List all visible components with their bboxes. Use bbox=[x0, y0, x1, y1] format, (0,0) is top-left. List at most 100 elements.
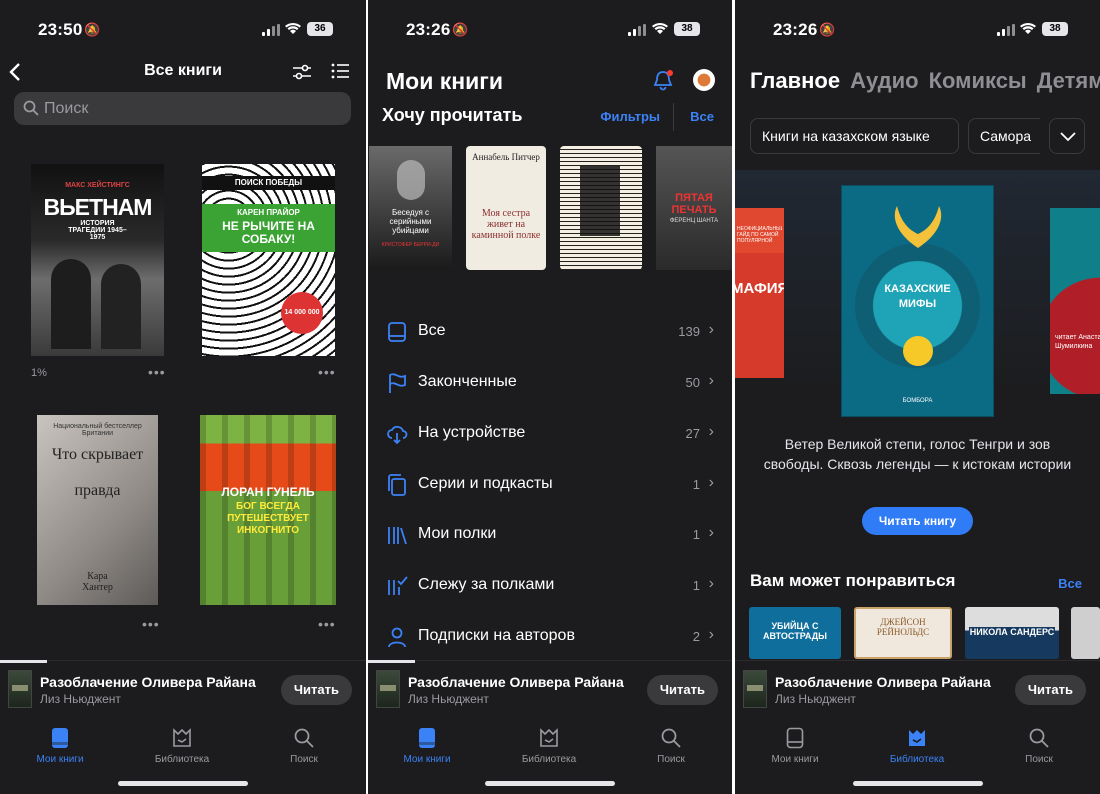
wifi-icon bbox=[285, 22, 301, 34]
bell-off-icon: 🔕 bbox=[819, 22, 836, 37]
cover-face bbox=[397, 160, 425, 200]
shelf-book[interactable]: Беседуя с серийными убийцами КРИСТОФЕР Б… bbox=[369, 146, 452, 270]
library-icon bbox=[909, 730, 925, 746]
mini-player[interactable]: Разоблачение Оливера Райана Лиз Ньюджент… bbox=[735, 660, 1100, 716]
library-icon bbox=[540, 728, 558, 747]
book-title: Моя сестра живет на каминной полке bbox=[471, 208, 541, 241]
chip-self-development[interactable]: Самора bbox=[968, 118, 1040, 154]
more-icon[interactable]: ••• bbox=[318, 364, 336, 380]
tab-bar: Мои книги Библиотека Поиск bbox=[735, 716, 1100, 794]
more-icon[interactable]: ••• bbox=[142, 616, 160, 632]
tab-main[interactable]: Главное bbox=[750, 68, 840, 93]
carousel-book-left[interactable]: НЕОФИЦИАЛЬНЫЙ ГАЙД ПО САМОЙ ПОПУЛЯРНОЙ С… bbox=[735, 208, 784, 378]
read-button[interactable]: Читать bbox=[646, 675, 718, 705]
tab-audio[interactable]: Аудио bbox=[850, 68, 919, 93]
shelf-book[interactable] bbox=[560, 146, 642, 270]
mini-player-cover bbox=[8, 670, 32, 708]
chip-kazakh-books[interactable]: Книги на казахском языке bbox=[750, 118, 959, 154]
home-indicator bbox=[118, 781, 248, 786]
home-indicator bbox=[852, 781, 983, 786]
list-item-following-shelves[interactable]: Слежу за полками 1 › bbox=[368, 562, 732, 612]
book-author: Кара Хантер bbox=[82, 571, 113, 593]
page-title: Мои книги bbox=[386, 68, 503, 94]
cover-art bbox=[580, 166, 620, 236]
read-book-button[interactable]: Читать книгу bbox=[862, 507, 973, 535]
chips-expand-button[interactable] bbox=[1049, 118, 1085, 154]
tab-search[interactable]: Поиск bbox=[616, 726, 726, 765]
battery-icon: 36 bbox=[307, 22, 333, 36]
list-item-author-subscriptions[interactable]: Подписки на авторов 2 › bbox=[368, 613, 732, 663]
header: Все книги bbox=[0, 60, 366, 84]
book-icon bbox=[786, 727, 804, 749]
list-item-on-device[interactable]: На устройстве 27 › bbox=[368, 410, 732, 460]
shelf-book[interactable]: ПЯТАЯ ПЕЧАТЬ ФЕРЕНЦ ШАНТА bbox=[656, 146, 732, 270]
status-time: 23:26 bbox=[406, 20, 451, 39]
list-item-count: 2 bbox=[692, 629, 700, 644]
see-all-link[interactable]: Все bbox=[1058, 576, 1082, 591]
list-item-label: Серии и подкасты bbox=[418, 475, 553, 492]
tab-kids[interactable]: Детям bbox=[1037, 68, 1100, 93]
list-item-label: Слежу за полками bbox=[418, 576, 555, 593]
rec-book[interactable] bbox=[1071, 607, 1100, 659]
list-item-series[interactable]: Серии и подкасты 1 › bbox=[368, 461, 732, 511]
mini-player[interactable]: Разоблачение Оливера Райана Лиз Ньюджент… bbox=[368, 660, 732, 716]
book-title: НИКОЛА САНДЕРС bbox=[969, 627, 1055, 637]
tab-library[interactable]: Библиотека bbox=[127, 726, 237, 765]
book-cover[interactable]: ЛОРАН ГУНЕЛЬ БОГ ВСЕГДА ПУТЕШЕСТВУЕТ ИНК… bbox=[200, 415, 336, 605]
home-indicator bbox=[485, 781, 615, 786]
category-tabs: Главное Аудио Комиксы Детям bbox=[750, 68, 1100, 94]
mini-player-cover bbox=[376, 670, 400, 708]
status-time: 23:50 bbox=[38, 20, 83, 39]
tab-comics[interactable]: Комиксы bbox=[929, 68, 1027, 93]
book-cover[interactable]: ПОИСК ПОБЕДЫ КАРЕН ПРАЙОР НЕ РЫЧИТЕ НА С… bbox=[202, 164, 335, 356]
read-button[interactable]: Читать bbox=[1014, 675, 1086, 705]
tab-label: Мои книги bbox=[403, 754, 451, 765]
see-all-link[interactable]: Все bbox=[690, 109, 714, 124]
search-placeholder: Поиск bbox=[44, 100, 89, 117]
tab-label: Библиотека bbox=[889, 754, 945, 765]
list-item-finished[interactable]: Законченные 50 › bbox=[368, 359, 732, 409]
book-cover[interactable]: МАКС ХЕЙСТИНГС ВЬЕТНАМ ИСТОРИЯ ТРАГЕДИИ … bbox=[31, 164, 164, 356]
book-icon bbox=[419, 728, 435, 748]
book-note: НЕОФИЦИАЛЬНЫЙ ГАЙД ПО САМОЙ ПОПУЛЯРНОЙ С… bbox=[737, 226, 782, 242]
tab-library[interactable]: Библиотека bbox=[494, 726, 604, 765]
mini-player[interactable]: Разоблачение Оливера Райана Лиз Ньюджент… bbox=[0, 660, 366, 716]
mini-player-author: Лиз Ньюджент bbox=[775, 692, 856, 706]
book-publisher: БОМБОРА bbox=[902, 398, 933, 404]
shelf-book[interactable]: Аннабель Питчер Моя сестра живет на ками… bbox=[466, 146, 546, 270]
bell-off-icon: 🔕 bbox=[84, 22, 101, 37]
tab-my-books[interactable]: Мои книги bbox=[5, 726, 115, 765]
tab-library[interactable]: Библиотека bbox=[862, 726, 972, 765]
search-input[interactable]: Поиск bbox=[14, 92, 351, 125]
featured-book-cover[interactable]: КАЗАХСКИЕ МИФЫ БОМБОРА bbox=[841, 185, 994, 417]
more-icon[interactable]: ••• bbox=[148, 364, 166, 380]
more-icon[interactable]: ••• bbox=[318, 616, 336, 632]
book-author: Аннабель Питчер bbox=[472, 152, 540, 162]
filters-link[interactable]: Фильтры bbox=[600, 109, 660, 124]
book-title: ПЯТАЯ ПЕЧАТЬ bbox=[671, 192, 717, 216]
list-item-label: На устройстве bbox=[418, 424, 526, 441]
avatar[interactable] bbox=[693, 69, 715, 91]
mini-player-cover bbox=[743, 670, 767, 708]
read-button[interactable]: Читать bbox=[280, 675, 352, 705]
rec-book[interactable]: НИКОЛА САНДЕРС bbox=[965, 607, 1059, 659]
carousel-book-right[interactable]: читает Анастасия Шумилкина bbox=[1050, 208, 1100, 394]
divider bbox=[673, 103, 674, 131]
tab-search[interactable]: Поиск bbox=[984, 726, 1094, 765]
filter-sliders-icon[interactable] bbox=[292, 63, 312, 81]
rec-book[interactable]: УБИЙЦА С АВТОСТРАДЫ bbox=[749, 607, 841, 659]
notification-bell-icon[interactable] bbox=[652, 69, 674, 91]
list-view-icon[interactable] bbox=[331, 63, 349, 79]
tab-search[interactable]: Поиск bbox=[249, 726, 359, 765]
book-author: КАРЕН ПРАЙОР bbox=[237, 208, 300, 217]
rec-book[interactable]: ДЖЕЙСОН РЕЙНОЛЬДС bbox=[854, 607, 952, 659]
mini-player-title: Разоблачение Оливера Райана bbox=[408, 674, 624, 690]
list-item-all[interactable]: Все 139 › bbox=[368, 308, 732, 358]
tab-my-books[interactable]: Мои книги bbox=[740, 726, 850, 765]
book-cover[interactable]: КАЗАХСКИЕ МИФЫ Национальный бестселлер Б… bbox=[37, 415, 158, 605]
search-icon bbox=[1029, 728, 1049, 748]
list-item-my-shelves[interactable]: Мои полки 1 › bbox=[368, 511, 732, 561]
want-to-read-header: Хочу прочитать Фильтры Все bbox=[368, 103, 732, 131]
tab-my-books[interactable]: Мои книги bbox=[372, 726, 482, 765]
phone-my-books: 23:26 🔕 38 Мои книги Хочу прочитать Филь… bbox=[368, 0, 732, 794]
